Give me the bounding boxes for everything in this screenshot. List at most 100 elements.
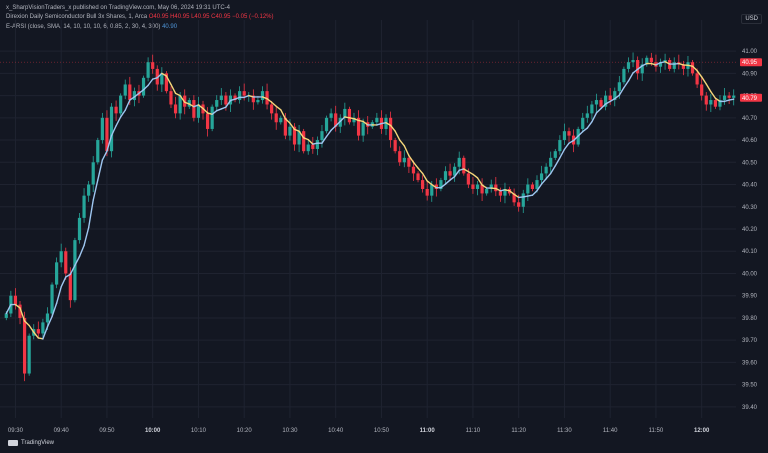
candle-body (169, 91, 173, 105)
candle-body (462, 157, 466, 174)
candle-body (622, 68, 626, 83)
indicator-segment (700, 76, 707, 85)
indicator-segment (426, 180, 433, 186)
candle-body (224, 95, 228, 105)
x-tick-label: 11:10 (466, 428, 481, 434)
candle-body (96, 140, 100, 163)
x-tick-label: 11:50 (649, 428, 664, 434)
indicator-segment (216, 108, 223, 112)
candle-body (636, 60, 640, 74)
candle-body (215, 100, 219, 107)
candle-body (151, 62, 155, 69)
candle-body (324, 117, 329, 132)
candlestick-chart[interactable]: 39.40 39.50 39.60 39.70 39.80 39.90 40.00 40.10… (0, 0, 768, 453)
candle-body (722, 95, 727, 101)
indicator-segment (330, 125, 337, 131)
candle-body (732, 95, 736, 98)
candle-body (539, 173, 544, 181)
indicator-segment (531, 190, 538, 196)
candle-body (695, 73, 699, 85)
y-tick-label: 39.60 (742, 360, 758, 366)
candle-body (430, 184, 434, 196)
x-tick-label: 10:30 (282, 428, 298, 434)
x-tick-label: 11:00 (420, 428, 436, 434)
indicator-segment (399, 139, 406, 147)
indicator-segment (550, 165, 556, 175)
candle-body (411, 166, 416, 174)
indicator-segment (60, 276, 67, 288)
candle-body (73, 240, 77, 301)
candle-body (100, 117, 104, 141)
y-tick-label: 40.50 (742, 160, 758, 166)
x-tick-label: 10:40 (328, 428, 344, 434)
candle-body (544, 166, 548, 174)
indicator-segment (101, 150, 108, 161)
y-tick-label: 40.70 (742, 116, 758, 122)
candle-body (375, 117, 379, 123)
x-tick-label: 11:40 (603, 428, 618, 434)
candle-body (393, 140, 397, 152)
indicator-segment (403, 145, 410, 157)
candle-body (41, 322, 45, 334)
y-tick-label: 39.70 (742, 338, 758, 344)
candle-body (64, 251, 68, 274)
tradingview-logo-icon (8, 440, 18, 446)
x-tick-label: 09:40 (54, 428, 70, 434)
candle-body (457, 157, 461, 167)
candle-body (421, 180, 425, 189)
candle-body (146, 62, 150, 78)
candle-body (398, 151, 402, 163)
candle-body (205, 113, 210, 129)
candle-body (141, 77, 146, 96)
candle-body (347, 108, 352, 123)
candle-body (68, 273, 72, 301)
tradingview-brand: TradingView (21, 440, 55, 446)
candle-body (315, 140, 319, 149)
candle-body (114, 106, 118, 114)
x-tick-label: 11:30 (557, 428, 572, 434)
candle-body (517, 202, 521, 207)
candle-body (713, 100, 718, 107)
y-tick-label: 40.60 (742, 138, 758, 144)
candle-body (238, 91, 242, 101)
y-tick-label: 40.20 (742, 227, 758, 233)
candle-body (109, 106, 114, 152)
candle-body (311, 144, 315, 149)
indicator-segment (220, 106, 227, 110)
indicator-segment (641, 62, 648, 67)
candle-body (526, 184, 530, 194)
candle-body (700, 84, 704, 96)
x-tick-label: 10:10 (191, 428, 207, 434)
indicator-segment (586, 121, 593, 129)
candle-body (50, 284, 54, 314)
y-tick-label: 39.80 (742, 316, 758, 322)
y-tick-label: 39.90 (742, 294, 758, 300)
indicator-segment (325, 129, 332, 138)
candle-body (448, 171, 452, 176)
x-tick-label: 11:20 (511, 428, 526, 434)
indicator-segment (87, 199, 94, 229)
candle-body (617, 82, 621, 92)
indicator-segment (728, 98, 735, 101)
candle-body (274, 113, 278, 123)
candle-body (402, 157, 406, 163)
candle-body (594, 100, 599, 105)
candle-body (416, 173, 420, 181)
candle-body (123, 84, 127, 96)
candle-body (425, 188, 429, 196)
indicator-segment (476, 177, 483, 186)
indicator-segment (710, 90, 717, 99)
indicator-segment (147, 78, 154, 87)
price-label-upper: 40.95 (742, 60, 758, 66)
tradingview-footer: TradingView (8, 440, 54, 446)
candle-body (471, 184, 475, 189)
candle-body (631, 60, 635, 63)
price-label-lower: 40.79 (742, 96, 758, 102)
candle-body (242, 91, 246, 96)
y-tick-label: 41.00 (742, 49, 758, 55)
candle-body (361, 122, 365, 136)
candle-body (608, 95, 612, 101)
candle-body (36, 329, 40, 334)
candle-body (119, 95, 123, 114)
candle-body (567, 131, 571, 136)
